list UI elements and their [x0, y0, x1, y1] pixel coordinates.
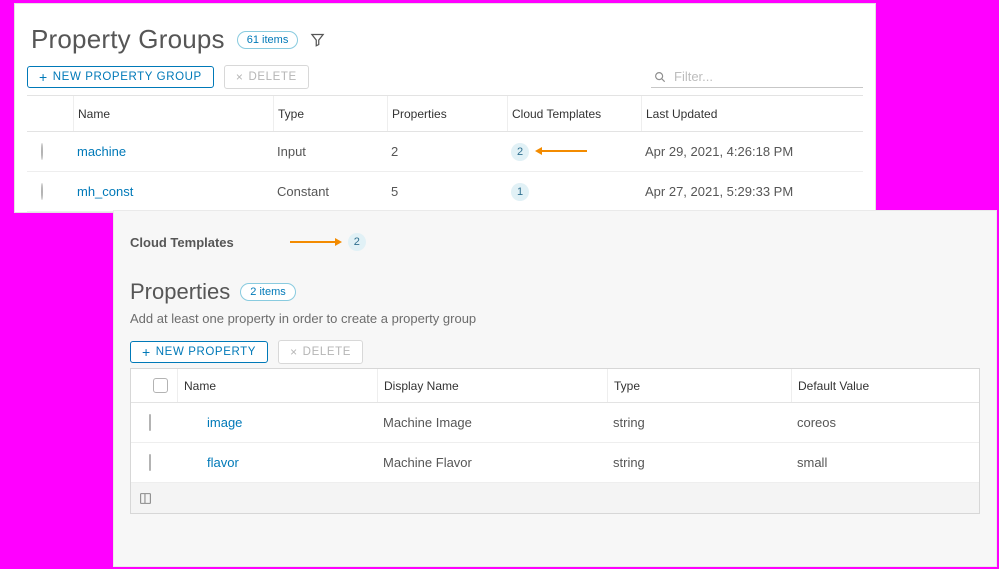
section-description: Add at least one property in order to cr…: [130, 311, 980, 326]
cell-props: 2: [387, 144, 507, 159]
button-label: New Property Group: [53, 71, 202, 83]
table-row[interactable]: flavor Machine Flavor string small: [131, 443, 979, 483]
ct-count-badge[interactable]: 2: [511, 143, 529, 161]
table-row[interactable]: machine Input 2 2 Apr 29, 2021, 4:26:18 …: [27, 132, 863, 172]
col-name[interactable]: Name: [177, 369, 377, 402]
button-label: Delete: [303, 346, 351, 358]
cell-type: string: [607, 415, 791, 430]
filter-input[interactable]: [674, 69, 861, 84]
property-groups-table: Name Type Properties Cloud Templates Las…: [27, 95, 863, 212]
col-default[interactable]: Default Value: [791, 369, 979, 402]
property-name-link[interactable]: flavor: [207, 455, 239, 470]
cloud-templates-row: Cloud Templates 2: [130, 233, 980, 251]
panel-header: Property Groups 61 items: [31, 24, 863, 55]
group-name-link[interactable]: machine: [77, 144, 126, 159]
radio-select[interactable]: [41, 143, 43, 160]
ct-count-badge[interactable]: 1: [511, 183, 529, 201]
col-display[interactable]: Display Name: [377, 369, 607, 402]
plus-icon: +: [142, 347, 151, 357]
new-property-group-button[interactable]: + New Property Group: [27, 66, 214, 88]
cell-type: Input: [273, 144, 387, 159]
item-count-pill: 2 items: [240, 283, 295, 301]
cell-ct: 2: [507, 143, 641, 161]
column-settings-icon[interactable]: [139, 492, 152, 505]
cell-display: Machine Image: [377, 415, 607, 430]
cell-display: Machine Flavor: [377, 455, 607, 470]
detail-panel: Cloud Templates 2 Properties 2 items Add…: [113, 210, 997, 567]
col-type[interactable]: Type: [607, 369, 791, 402]
plus-icon: +: [39, 72, 48, 82]
page-title: Property Groups: [31, 24, 225, 55]
col-name[interactable]: Name: [73, 96, 273, 131]
row-checkbox[interactable]: [149, 454, 151, 471]
delete-button[interactable]: × Delete: [278, 340, 363, 364]
cell-default: coreos: [791, 415, 979, 430]
toolbar: + New Property Group × Delete: [27, 65, 863, 89]
col-props[interactable]: Properties: [387, 96, 507, 131]
close-icon: ×: [236, 70, 244, 84]
item-count-pill: 61 items: [237, 31, 299, 49]
button-label: Delete: [248, 71, 296, 83]
cell-type: Constant: [273, 184, 387, 199]
table-row[interactable]: mh_const Constant 5 1 Apr 27, 2021, 5:29…: [27, 172, 863, 212]
cell-props: 5: [387, 184, 507, 199]
col-updated[interactable]: Last Updated: [641, 96, 863, 131]
property-name-link[interactable]: image: [207, 415, 242, 430]
cell-updated: Apr 29, 2021, 4:26:18 PM: [641, 144, 863, 159]
arrow-annotation-icon: [290, 241, 336, 243]
search-icon: [653, 70, 667, 84]
cell-default: small: [791, 455, 979, 470]
cell-ct: 1: [507, 183, 641, 201]
table-header-row: Name Type Properties Cloud Templates Las…: [27, 96, 863, 132]
properties-toolbar: + New Property × Delete: [130, 340, 980, 364]
select-all-checkbox[interactable]: [153, 378, 168, 393]
delete-button[interactable]: × Delete: [224, 65, 309, 89]
row-checkbox[interactable]: [149, 414, 151, 431]
table-row[interactable]: image Machine Image string coreos: [131, 403, 979, 443]
properties-header: Properties 2 items: [130, 279, 980, 305]
col-type[interactable]: Type: [273, 96, 387, 131]
filter-box[interactable]: [651, 66, 863, 88]
cell-updated: Apr 27, 2021, 5:29:33 PM: [641, 184, 863, 199]
table-header-row: Name Display Name Type Default Value: [131, 369, 979, 403]
cell-type: string: [607, 455, 791, 470]
filter-icon[interactable]: [310, 32, 325, 47]
table-footer: [131, 483, 979, 513]
close-icon: ×: [290, 345, 298, 359]
radio-select[interactable]: [41, 183, 43, 200]
arrow-annotation-icon: [541, 150, 587, 152]
property-groups-panel: Property Groups 61 items + New Property …: [14, 3, 876, 213]
properties-table: Name Display Name Type Default Value ima…: [130, 368, 980, 514]
col-ct[interactable]: Cloud Templates: [507, 96, 641, 131]
ct-count-badge[interactable]: 2: [348, 233, 366, 251]
cloud-templates-label: Cloud Templates: [130, 235, 234, 250]
new-property-button[interactable]: + New Property: [130, 341, 268, 363]
section-title: Properties: [130, 279, 230, 305]
group-name-link[interactable]: mh_const: [77, 184, 133, 199]
button-label: New Property: [156, 346, 256, 358]
